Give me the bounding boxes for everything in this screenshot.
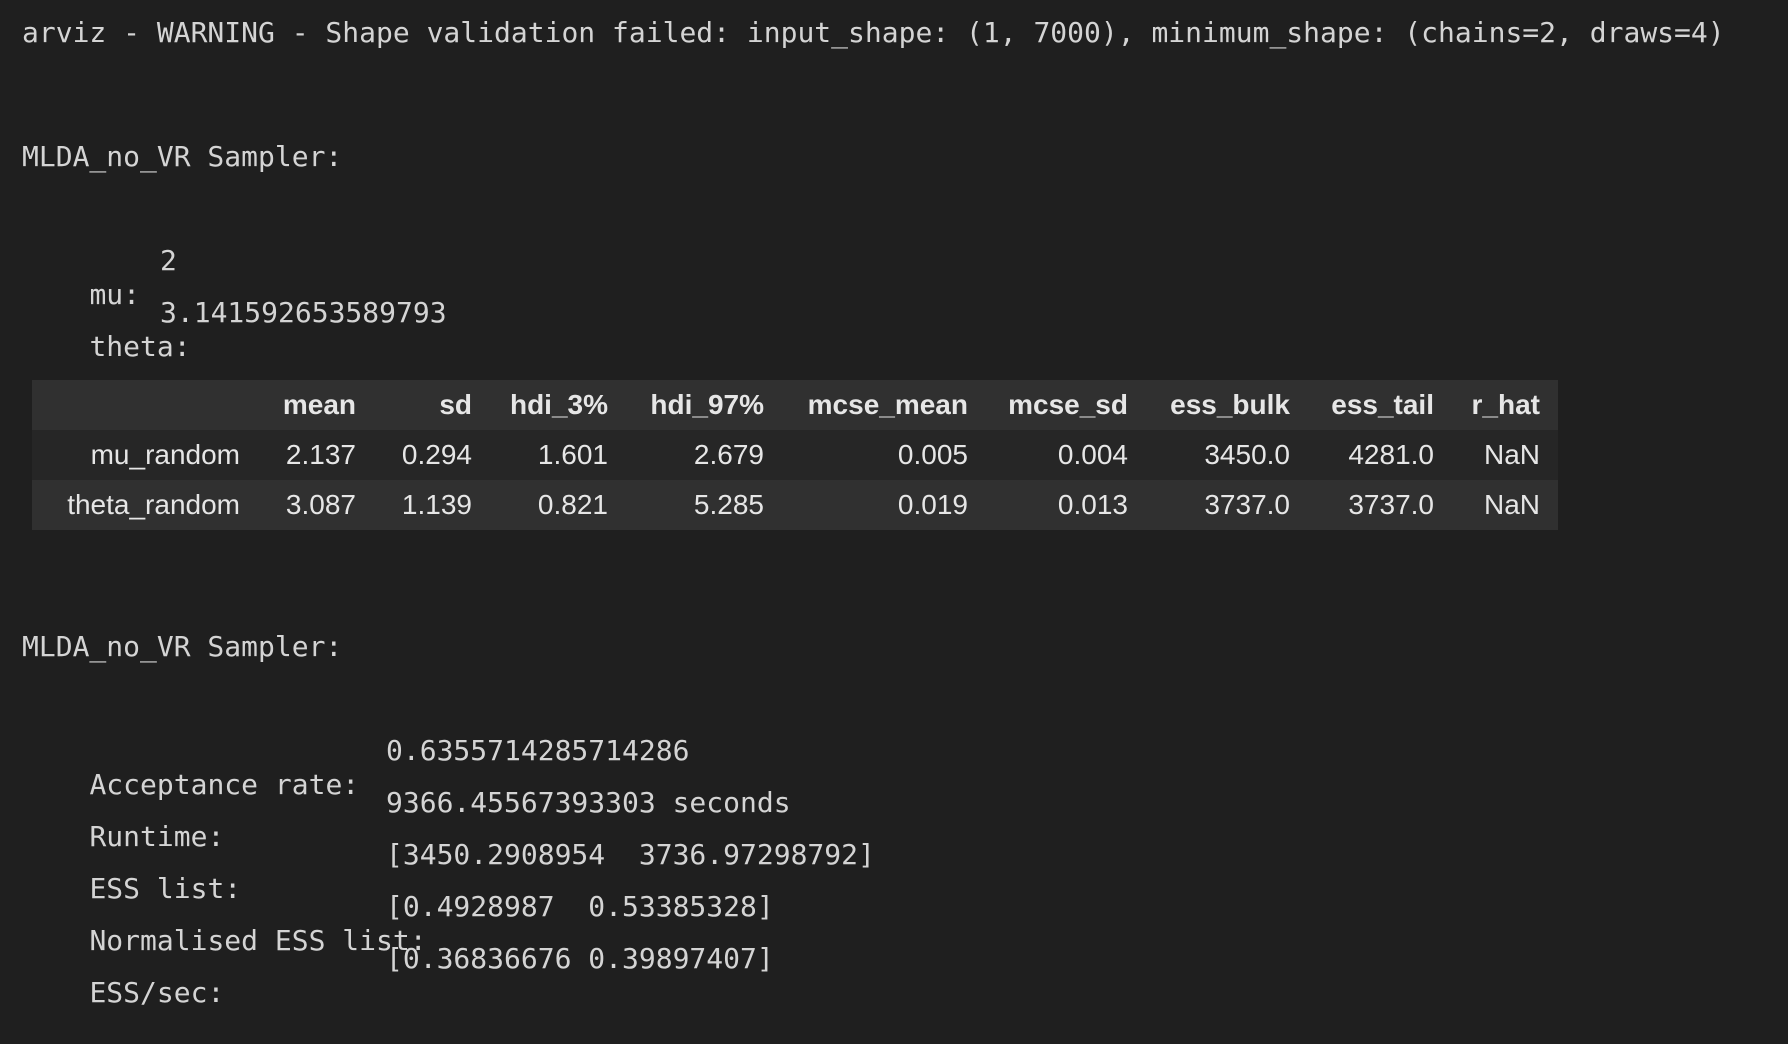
table-row: theta_random 3.087 1.139 0.821 5.285 0.0… (32, 480, 1558, 530)
table-cell: NaN (1452, 430, 1558, 480)
stat-value: 9366.45567393303 seconds (386, 786, 791, 819)
column-header: ess_bulk (1146, 380, 1308, 430)
stat-value: [0.4928987 0.53385328] (386, 890, 774, 923)
stat-row-ess-per-sec: ESS/sec: [0.36836676 0.39897407] (22, 942, 773, 1044)
sampler-heading: MLDA_no_VR Sampler: (22, 630, 343, 663)
stat-value: 0.6355714285714286 (386, 734, 690, 767)
stat-value: [3450.2908954 3736.97298792] (386, 838, 875, 871)
column-header: sd (374, 380, 490, 430)
table-cell: 1.139 (374, 480, 490, 530)
table-cell: 3450.0 (1146, 430, 1308, 480)
table-cell: 3737.0 (1308, 480, 1452, 530)
table-cell: 5.285 (626, 480, 782, 530)
sampler-heading: MLDA_no_VR Sampler: (22, 140, 343, 173)
table-cell: 0.005 (782, 430, 986, 480)
table-cell: 0.004 (986, 430, 1146, 480)
param-value: 3.141592653589793 (160, 296, 447, 329)
summary-table: mean sd hdi_3% hdi_97% mcse_mean mcse_sd… (32, 380, 1558, 530)
table-cell: 0.019 (782, 480, 986, 530)
table-row: mu_random 2.137 0.294 1.601 2.679 0.005 … (32, 430, 1558, 480)
column-header (32, 380, 258, 430)
row-label: theta_random (32, 480, 258, 530)
table-cell: 0.294 (374, 430, 490, 480)
stat-value: [0.36836676 0.39897407] (386, 942, 774, 975)
column-header: mcse_mean (782, 380, 986, 430)
row-label: mu_random (32, 430, 258, 480)
table-cell: 4281.0 (1308, 430, 1452, 480)
column-header: hdi_97% (626, 380, 782, 430)
column-header: r_hat (1452, 380, 1558, 430)
column-header: ess_tail (1308, 380, 1452, 430)
table-cell: NaN (1452, 480, 1558, 530)
table-cell: 2.137 (258, 430, 374, 480)
table-cell: 3737.0 (1146, 480, 1308, 530)
warning-line: arviz - WARNING - Shape validation faile… (22, 16, 1725, 49)
table-cell: 3.087 (258, 480, 374, 530)
column-header: mcse_sd (986, 380, 1146, 430)
table-cell: 2.679 (626, 430, 782, 480)
param-value: 2 (160, 244, 177, 277)
stat-key: ESS/sec: (89, 976, 225, 1009)
table-cell: 0.821 (490, 480, 626, 530)
table-cell: 1.601 (490, 430, 626, 480)
table-header-row: mean sd hdi_3% hdi_97% mcse_mean mcse_sd… (32, 380, 1558, 430)
column-header: mean (258, 380, 374, 430)
param-key: theta: (89, 330, 191, 363)
table-cell: 0.013 (986, 480, 1146, 530)
column-header: hdi_3% (490, 380, 626, 430)
